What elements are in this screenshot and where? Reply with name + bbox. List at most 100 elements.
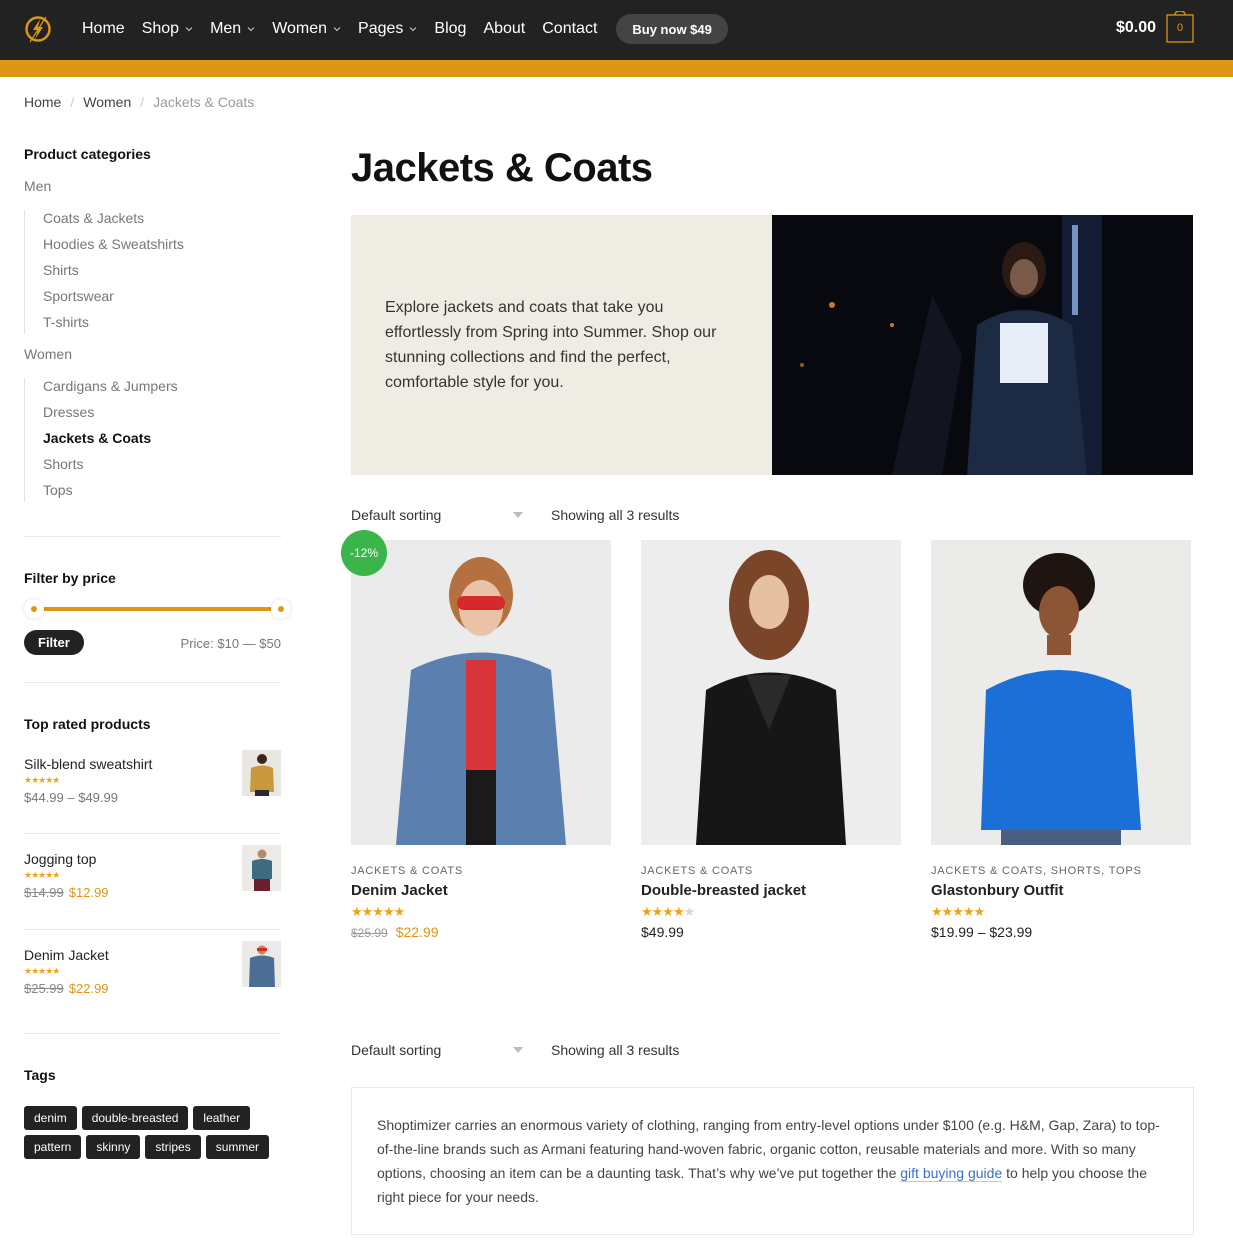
- buy-now-button[interactable]: Buy now $49: [616, 14, 728, 44]
- product-image[interactable]: [641, 540, 901, 845]
- nav-label: Pages: [358, 20, 404, 37]
- sidebar-divider: [24, 929, 281, 930]
- nav-label: Contact: [542, 20, 598, 37]
- shop-toolbar-top: Default sorting Showing all 3 results: [351, 507, 679, 523]
- category-item-active[interactable]: Jackets & Coats: [43, 430, 178, 456]
- star-rating: ★★★★★: [24, 966, 60, 976]
- nav-pages[interactable]: Pages: [358, 20, 417, 38]
- category-item[interactable]: Shorts: [43, 456, 178, 482]
- category-item[interactable]: Hoodies & Sweatshirts: [43, 236, 184, 262]
- product-title[interactable]: Glastonbury Outfit: [931, 882, 1191, 899]
- price-slider-min-handle[interactable]: [24, 599, 44, 619]
- top-rated-item[interactable]: Jogging top ★★★★★ $14.99 $12.99: [24, 845, 281, 921]
- category-item[interactable]: Dresses: [43, 404, 178, 430]
- product-card: Jackets & Coats Denim Jacket ★★★★★ $25.9…: [351, 540, 611, 940]
- tag-double-breasted[interactable]: double-breasted: [81, 1106, 189, 1130]
- nav-men[interactable]: Men: [210, 20, 255, 38]
- sidebar-divider: [24, 1033, 281, 1034]
- product-thumbnail[interactable]: [242, 845, 281, 891]
- result-count: Showing all 3 results: [551, 1042, 680, 1058]
- nav-label: About: [483, 20, 526, 37]
- old-price: $14.99: [24, 885, 64, 900]
- top-rated-item[interactable]: Silk-blend sweatshirt ★★★★★ $44.99 – $49…: [24, 750, 281, 826]
- product-card: Jackets & Coats, Shorts, Tops Glastonbur…: [931, 540, 1191, 940]
- breadcrumb-women[interactable]: Women: [83, 94, 131, 110]
- nav-contact[interactable]: Contact: [542, 20, 597, 38]
- chevron-down-icon: [410, 27, 417, 32]
- product-image[interactable]: [931, 540, 1191, 845]
- top-rated-item[interactable]: Denim Jacket ★★★★★ $25.99 $22.99: [24, 941, 281, 1017]
- logo-bolt-icon[interactable]: [24, 14, 52, 44]
- tag-stripes[interactable]: stripes: [145, 1135, 201, 1159]
- price-range-label: Price: $10 — $50: [180, 636, 281, 651]
- chevron-down-icon: [185, 27, 193, 32]
- sidebar-divider: [24, 536, 281, 537]
- nav-home[interactable]: Home: [82, 20, 125, 38]
- sale-price: $22.99: [68, 981, 109, 996]
- site-header: Home Shop Men Women Pages Blog About Con…: [0, 0, 1233, 60]
- star-rating: ★★★★★: [641, 904, 695, 919]
- top-rated-price: $25.99 $22.99: [24, 981, 109, 996]
- category-item[interactable]: Cardigans & Jumpers: [43, 378, 178, 404]
- tag-denim[interactable]: denim: [24, 1106, 77, 1130]
- cart-total[interactable]: $0.00: [1116, 19, 1156, 37]
- category-hero: Explore jackets and coats that take you …: [351, 215, 1193, 475]
- nav-women[interactable]: Women: [272, 20, 341, 38]
- product-category[interactable]: Jackets & Coats: [641, 865, 901, 877]
- product-image[interactable]: [351, 540, 611, 845]
- nav-label: Blog: [434, 20, 467, 37]
- tag-leather[interactable]: leather: [193, 1106, 251, 1130]
- nav-blog[interactable]: Blog: [434, 20, 466, 38]
- category-women[interactable]: Women: [24, 346, 72, 362]
- nav-label: Shop: [141, 20, 180, 37]
- price-slider-track[interactable]: [42, 607, 272, 611]
- sort-select[interactable]: Default sorting: [351, 507, 523, 523]
- chevron-down-icon: [333, 27, 341, 32]
- men-subcategories: Coats & Jackets Hoodies & Sweatshirts Sh…: [24, 210, 184, 334]
- breadcrumb: Home / Women / Jackets & Coats: [24, 94, 254, 110]
- women-subcategories: Cardigans & Jumpers Dresses Jackets & Co…: [24, 378, 178, 502]
- top-rated-title: Top rated products: [24, 716, 151, 732]
- page-title: Jackets & Coats: [351, 146, 653, 190]
- top-rated-name[interactable]: Silk-blend sweatshirt: [24, 756, 152, 772]
- category-item[interactable]: Coats & Jackets: [43, 210, 184, 236]
- product-thumbnail[interactable]: [242, 941, 281, 987]
- caret-down-icon: [513, 1047, 523, 1053]
- sale-price: $22.99: [395, 924, 439, 940]
- price-slider-max-handle[interactable]: [271, 599, 291, 619]
- nav-label: Home: [82, 20, 125, 37]
- category-item[interactable]: Shirts: [43, 262, 184, 288]
- top-rated-price: $44.99 – $49.99: [24, 790, 118, 805]
- sidebar-divider: [24, 682, 281, 683]
- chevron-down-icon: [247, 27, 255, 32]
- product-category[interactable]: Jackets & Coats, Shorts, Tops: [931, 865, 1191, 877]
- sort-select-value: Default sorting: [351, 507, 442, 523]
- breadcrumb-separator: /: [70, 94, 75, 110]
- product-price: $19.99 – $23.99: [931, 924, 1033, 940]
- sort-select[interactable]: Default sorting: [351, 1042, 523, 1058]
- product-category[interactable]: Jackets & Coats: [351, 865, 611, 877]
- top-rated-name[interactable]: Jogging top: [24, 851, 96, 867]
- category-item[interactable]: Tops: [43, 482, 178, 502]
- nav-shop[interactable]: Shop: [142, 20, 193, 38]
- category-item[interactable]: Sportswear: [43, 288, 184, 314]
- product-price: $49.99: [641, 924, 684, 940]
- tag-summer[interactable]: summer: [205, 1135, 270, 1159]
- breadcrumb-home[interactable]: Home: [24, 94, 61, 110]
- gift-buying-guide-link[interactable]: gift buying guide: [900, 1165, 1003, 1182]
- product-title[interactable]: Denim Jacket: [351, 882, 611, 899]
- tags-title: Tags: [24, 1067, 56, 1083]
- nav-about[interactable]: About: [483, 20, 525, 38]
- nav-label: Women: [272, 20, 328, 37]
- product-thumbnail[interactable]: [242, 750, 281, 796]
- tag-pattern[interactable]: pattern: [24, 1135, 82, 1159]
- tag-skinny[interactable]: skinny: [86, 1135, 141, 1159]
- category-description: Shoptimizer carries an enormous variety …: [351, 1087, 1194, 1235]
- product-title[interactable]: Double-breasted jacket: [641, 882, 901, 899]
- hero-image: [772, 215, 1193, 475]
- category-men[interactable]: Men: [24, 178, 51, 194]
- filter-by-price-title: Filter by price: [24, 570, 116, 586]
- filter-button[interactable]: Filter: [24, 630, 84, 655]
- category-item[interactable]: T-shirts: [43, 314, 184, 334]
- top-rated-name[interactable]: Denim Jacket: [24, 947, 109, 963]
